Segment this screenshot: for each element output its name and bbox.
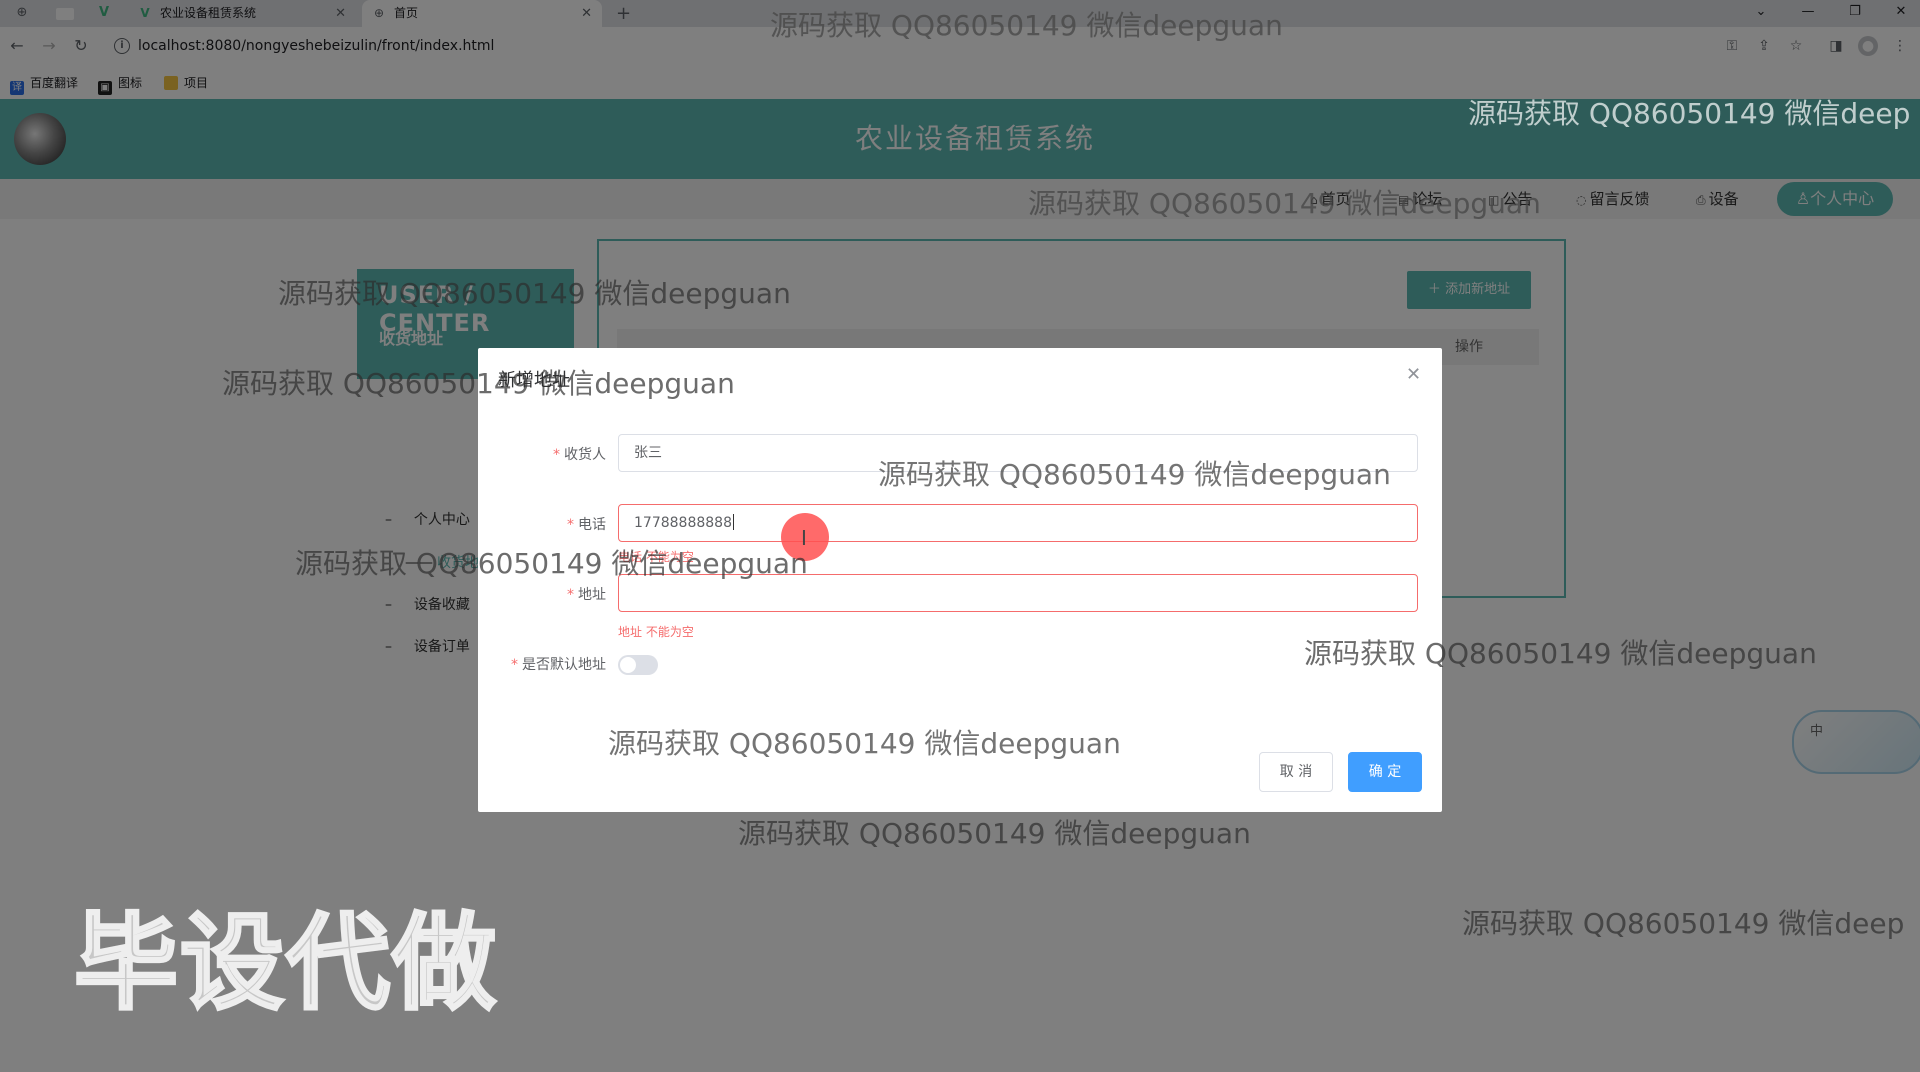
phone-label: * 电话: [567, 517, 606, 533]
phone-label-text: 电话: [578, 517, 606, 533]
watermark: 源码获取 QQ86050149 微信deepguan: [770, 9, 1283, 42]
big-watermark: 毕设代做: [72, 901, 499, 1026]
address-label: * 地址: [567, 587, 606, 603]
confirm-button[interactable]: 确 定: [1348, 752, 1422, 792]
watermark: 源码获取 QQ86050149 微信deepguan: [1304, 637, 1817, 670]
phone-input[interactable]: 17788888888: [618, 504, 1418, 542]
watermark: 源码获取 QQ86050149 微信deepguan: [878, 458, 1391, 491]
address-label-text: 地址: [578, 587, 606, 603]
watermark: 源码获取 QQ86050149 微信deepguan: [222, 367, 735, 400]
watermark: 源码获取 QQ86050149 微信deep: [1468, 97, 1911, 130]
watermark: 源码获取 QQ86050149 微信deepguan: [278, 277, 791, 310]
cancel-button[interactable]: 取 消: [1259, 752, 1333, 792]
switch-knob: [620, 657, 636, 673]
text-caret: [732, 514, 734, 530]
address-error: 地址 不能为空: [618, 625, 694, 639]
default-address-switch[interactable]: [618, 655, 658, 675]
watermark: 源码获取 QQ86050149 微信deepguan: [608, 727, 1121, 760]
watermark: 源码获取 QQ86050149 微信deepguan: [1028, 187, 1541, 220]
watermark: 源码获取 QQ86050149 微信deep: [1462, 907, 1905, 940]
watermark: 源码获取 QQ86050149 微信deepguan: [295, 547, 808, 580]
close-icon[interactable]: ✕: [1406, 364, 1421, 385]
watermark: 源码获取 QQ86050149 微信deepguan: [738, 817, 1251, 850]
default-address-label-text: 是否默认地址: [522, 657, 606, 673]
default-address-label: * 是否默认地址: [511, 657, 606, 673]
receiver-label-text: 收货人: [564, 447, 606, 463]
phone-input-value: 17788888888: [634, 515, 732, 531]
receiver-label: * 收货人: [553, 447, 606, 463]
